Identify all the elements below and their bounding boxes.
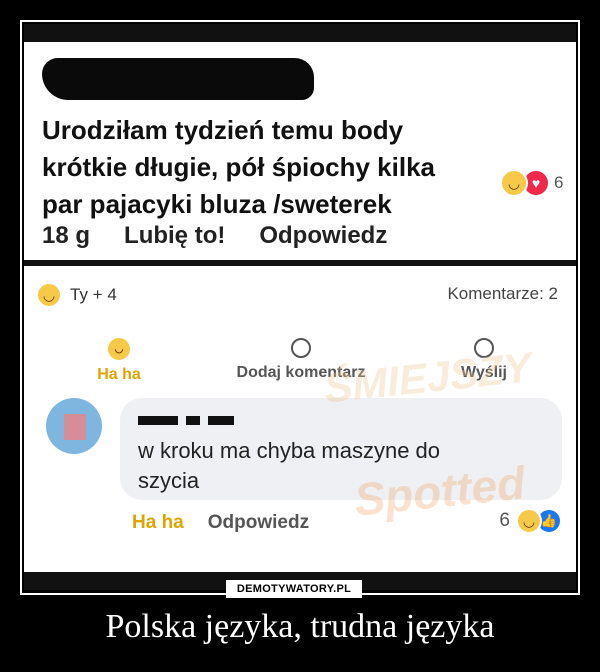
comment-bubble: w kroku ma chyba maszyne do szycia xyxy=(120,398,562,500)
comment-reaction-count: 6 xyxy=(499,510,510,531)
post-reactions[interactable]: ◡ ♥ 6 xyxy=(500,168,563,198)
top-bar xyxy=(24,24,576,42)
add-comment-button[interactable]: Dodaj komentarz xyxy=(216,338,386,382)
comment-icon xyxy=(291,338,311,358)
post-line: krótkie długie, pół śpiochy kilka xyxy=(42,152,435,182)
post-time: 18 g xyxy=(42,222,91,249)
comments-count[interactable]: Komentarze: 2 xyxy=(447,284,558,304)
divider xyxy=(24,260,576,266)
reaction-count: 6 xyxy=(554,173,564,192)
haha-button[interactable]: ◡ Ha ha xyxy=(84,338,154,384)
caption: Polska języka, trudna języka xyxy=(105,608,495,645)
haha-icon: ◡ xyxy=(36,282,62,308)
haha-icon: ◡ xyxy=(500,169,528,197)
site-logo: DEMOTYWATORY.PL xyxy=(226,580,362,598)
screenshot: Urodziłam tydzień temu body krótkie dług… xyxy=(24,24,576,590)
avatar-blur xyxy=(64,414,86,440)
comment-actions: Ha ha Odpowiedz xyxy=(132,512,309,534)
post-actions: 18 g Lubię to! Odpowiedz xyxy=(42,222,421,250)
action-row: ◡ Ha ha Dodaj komentarz Wyślij xyxy=(24,330,576,390)
messenger-icon xyxy=(474,338,494,358)
post-text: Urodziłam tydzień temu body krótkie dług… xyxy=(42,112,482,223)
post-line: Urodziłam tydzień temu body xyxy=(42,115,404,145)
avatar[interactable] xyxy=(46,398,102,454)
comment-line: szycia xyxy=(138,468,200,493)
comment-reply-button[interactable]: Odpowiedz xyxy=(208,512,309,534)
redacted-name xyxy=(42,58,314,100)
haha-icon: ◡ xyxy=(516,508,542,534)
reaction-summary[interactable]: ◡ Ty + 4 xyxy=(36,282,117,308)
comment-line: w kroku ma chyba maszyne do xyxy=(138,438,441,463)
redacted-commenter-name xyxy=(138,410,288,430)
reply-button[interactable]: Odpowiedz xyxy=(259,222,387,250)
add-comment-label: Dodaj komentarz xyxy=(236,364,366,381)
send-label: Wyślij xyxy=(461,364,507,381)
post-line: par pajacyki bluza /sweterek xyxy=(42,189,392,219)
send-button[interactable]: Wyślij xyxy=(444,338,524,382)
haha-label: Ha ha xyxy=(97,366,141,383)
comment-haha-button[interactable]: Ha ha xyxy=(132,512,184,534)
reactors-label: Ty + 4 xyxy=(70,285,117,304)
comment-text: w kroku ma chyba maszyne do szycia xyxy=(138,436,548,496)
like-button[interactable]: Lubię to! xyxy=(124,222,225,250)
haha-icon: ◡ xyxy=(108,338,130,360)
comment-reactions[interactable]: 6 ◡ 👍 xyxy=(499,508,562,534)
